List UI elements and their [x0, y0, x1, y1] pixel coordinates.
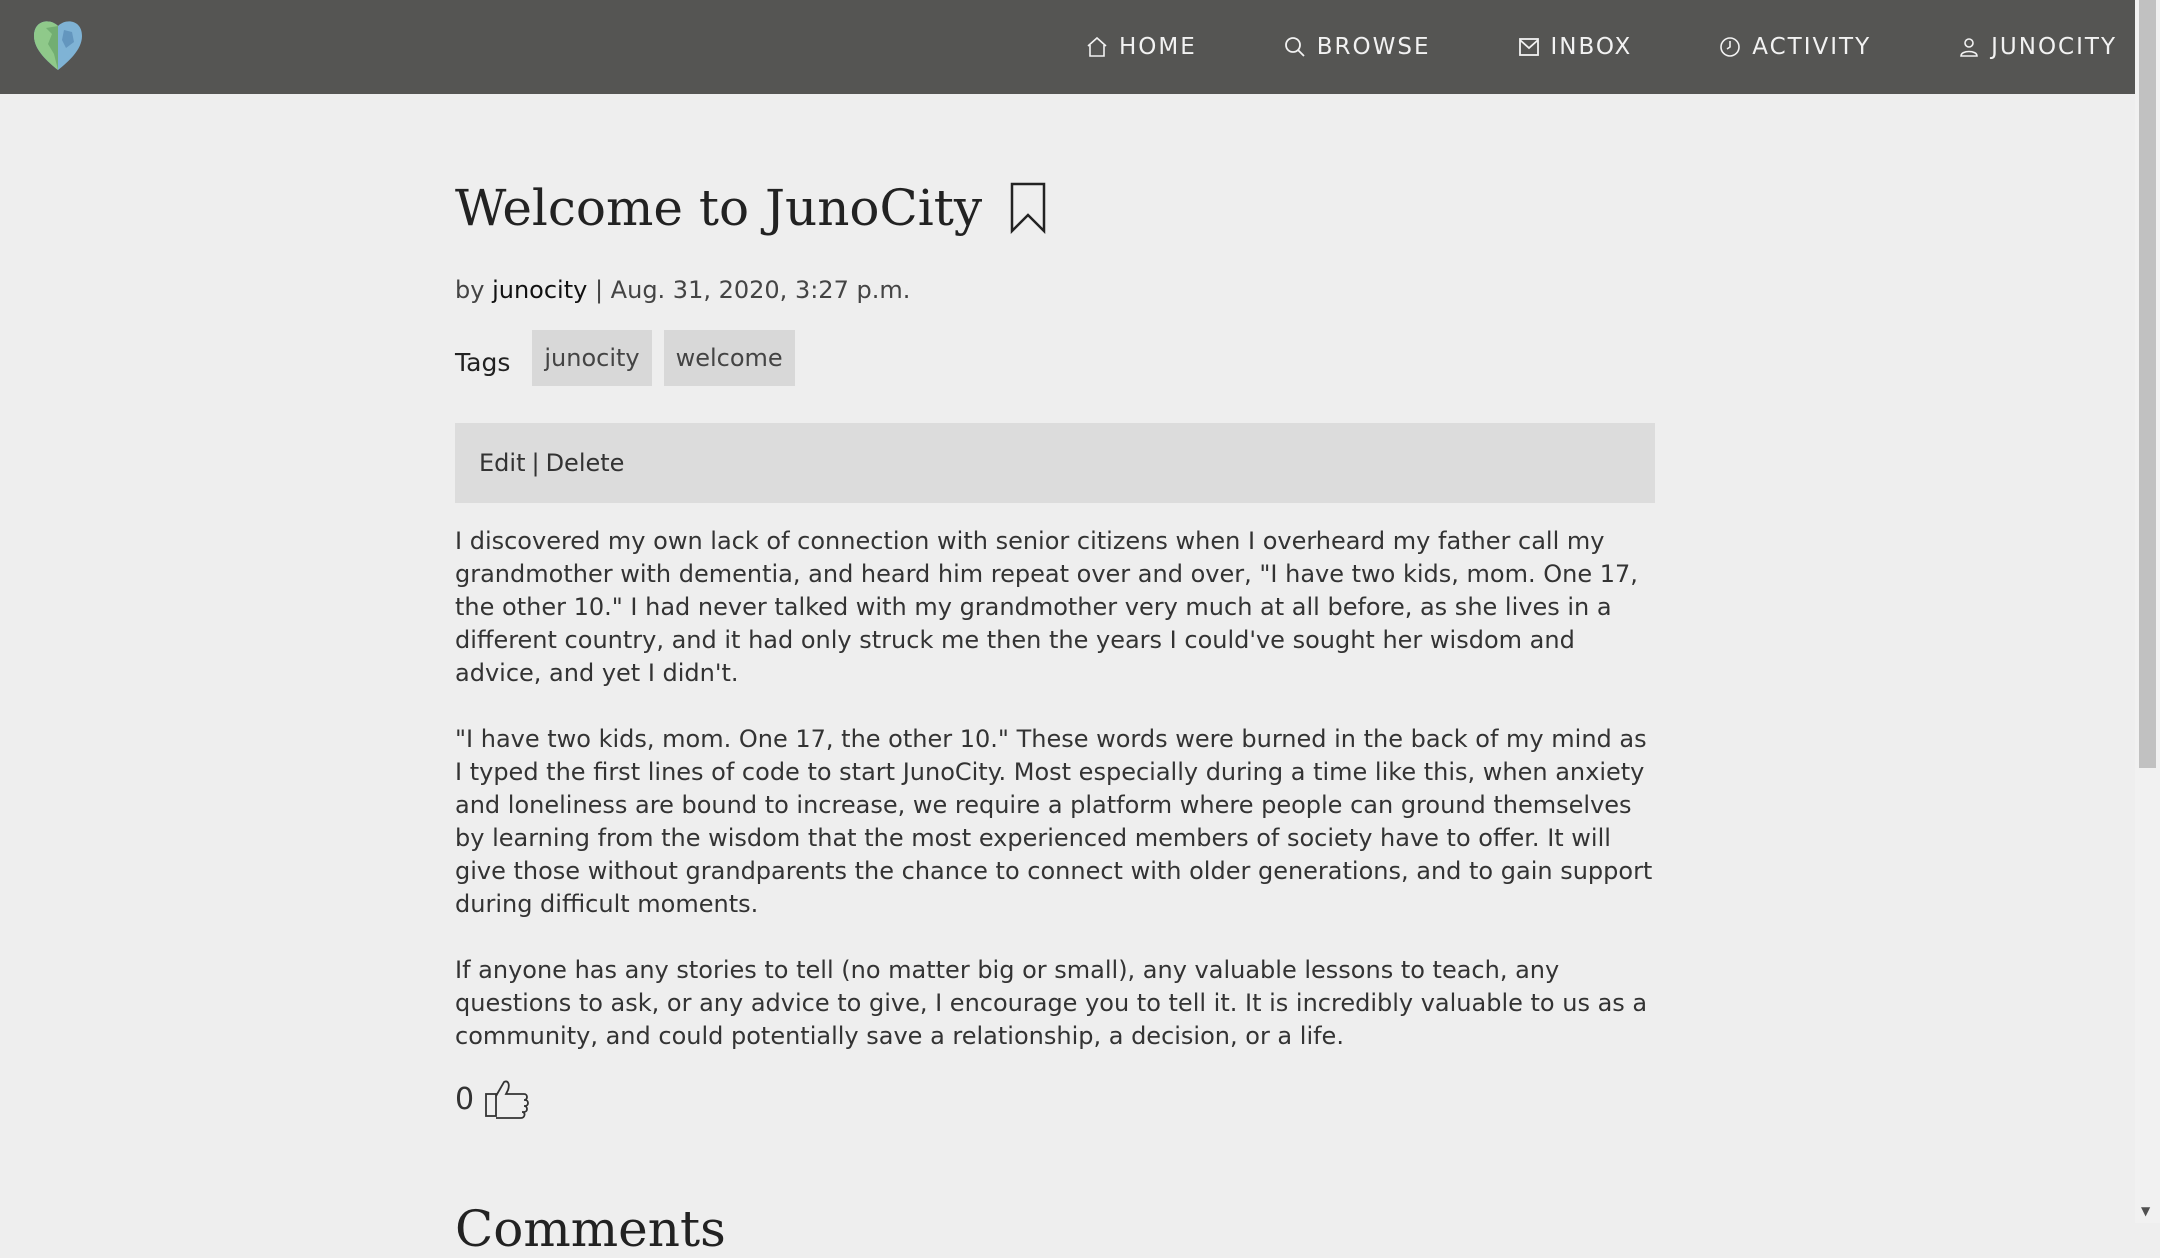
- scroll-down-arrow-icon[interactable]: ▼: [2141, 1205, 2150, 1217]
- vertical-scrollbar[interactable]: ▼: [2135, 0, 2160, 1223]
- nav-activity-label: ACTIVITY: [1752, 34, 1872, 60]
- author-link[interactable]: junocity: [492, 276, 587, 304]
- post-byline: by junocity | Aug. 31, 2020, 3:27 p.m.: [455, 276, 1655, 304]
- nav-inbox-label: INBOX: [1550, 34, 1633, 60]
- like-row: 0: [455, 1078, 1655, 1120]
- delete-link[interactable]: Delete: [546, 449, 625, 477]
- junocity-logo-icon[interactable]: [28, 14, 88, 74]
- tags-row: Tags junocity welcome: [455, 330, 1655, 386]
- edit-link[interactable]: Edit: [479, 449, 525, 477]
- thumbs-up-icon[interactable]: [484, 1078, 530, 1120]
- clock-icon: [1720, 37, 1741, 57]
- mail-icon: [1518, 38, 1539, 56]
- edit-bar: Edit | Delete: [455, 423, 1655, 503]
- search-icon: [1284, 37, 1305, 57]
- post-date: | Aug. 31, 2020, 3:27 p.m.: [594, 276, 911, 304]
- nav-activity[interactable]: ACTIVITY: [1718, 34, 1871, 60]
- bookmark-icon[interactable]: [1008, 181, 1048, 235]
- by-prefix: by: [455, 276, 485, 304]
- tag-junocity[interactable]: junocity: [532, 330, 652, 386]
- top-navbar: HOME BROWSE INBOX ACTIVITY JUNOCITY: [0, 0, 2135, 94]
- post-body: I discovered my own lack of connection w…: [455, 525, 1655, 1053]
- nav-home[interactable]: HOME: [1085, 34, 1197, 60]
- post-title: Welcome to JunoCity: [455, 179, 983, 237]
- like-count: 0: [455, 1081, 475, 1117]
- edit-separator: |: [531, 449, 540, 477]
- post-content: Welcome to JunoCity by junocity | Aug. 3…: [455, 170, 1655, 1258]
- scrollbar-thumb[interactable]: [2139, 0, 2156, 768]
- post-paragraph: If anyone has any stories to tell (no ma…: [455, 956, 1648, 1050]
- post-paragraph: I discovered my own lack of connection w…: [455, 527, 1638, 687]
- title-row: Welcome to JunoCity: [455, 170, 1655, 246]
- nav-inbox[interactable]: INBOX: [1517, 34, 1633, 60]
- comments-heading: Comments: [455, 1200, 726, 1258]
- nav-home-label: HOME: [1118, 34, 1197, 60]
- home-icon: [1087, 36, 1107, 57]
- nav-profile-label: JUNOCITY: [1991, 34, 2117, 60]
- tags-label: Tags: [455, 347, 511, 377]
- user-icon: [1960, 38, 1978, 57]
- post-paragraph: "I have two kids, mom. One 17, the other…: [455, 725, 1653, 918]
- nav-browse-label: BROWSE: [1316, 34, 1431, 60]
- tag-welcome[interactable]: welcome: [663, 330, 795, 386]
- nav-profile[interactable]: JUNOCITY: [1957, 34, 2117, 60]
- nav-browse[interactable]: BROWSE: [1283, 34, 1431, 60]
